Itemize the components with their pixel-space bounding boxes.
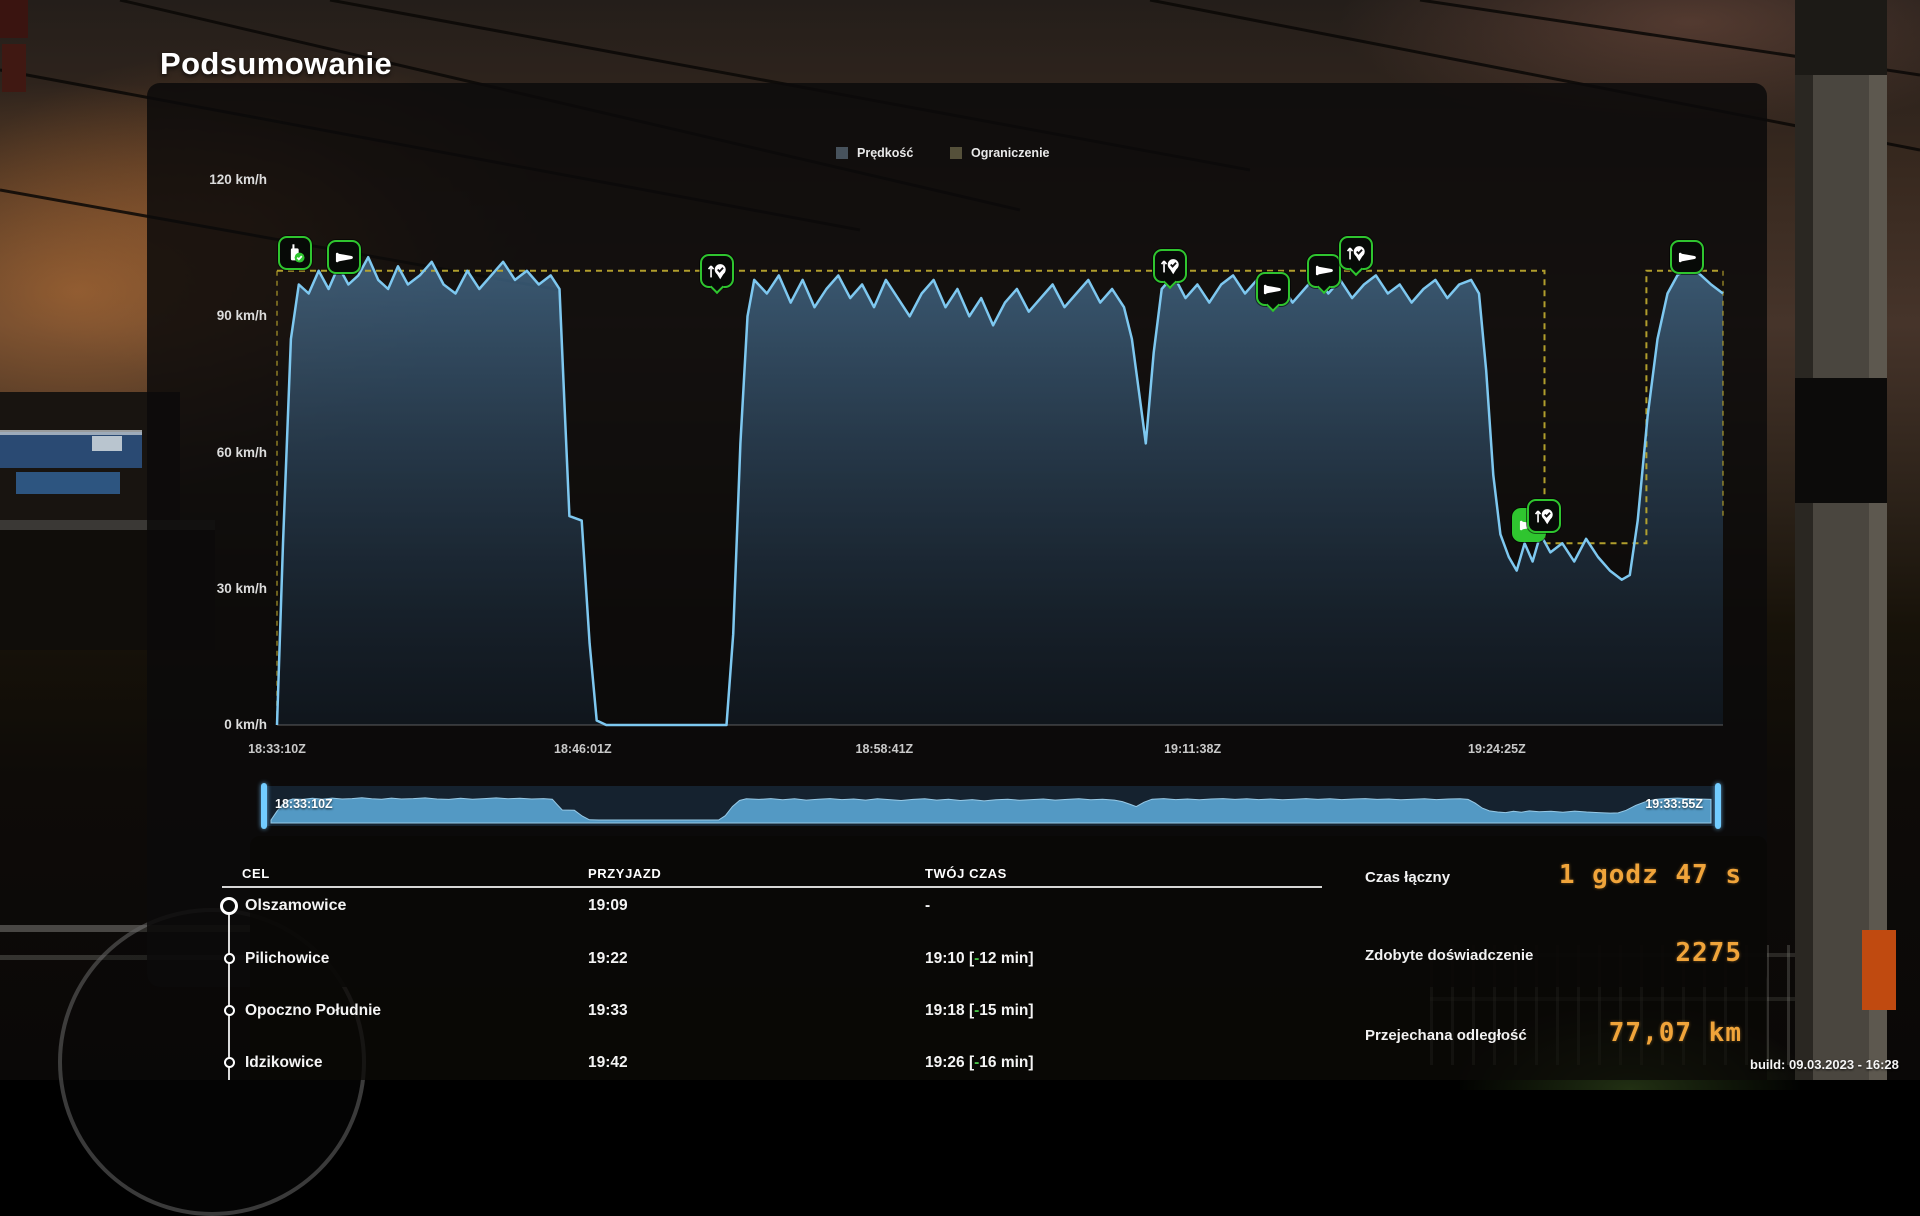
arrival-time: 19:33: [588, 1002, 628, 1020]
stat-label-experience: Zdobyte doświadczenie: [1365, 947, 1533, 964]
stat-label-total-time: Czas łączny: [1365, 869, 1450, 886]
station-dot: [224, 953, 235, 964]
legend-item-limit[interactable]: Ograniczenie: [950, 146, 1050, 160]
header-divider: [222, 886, 1322, 888]
arrival-time: 19:09: [588, 897, 628, 915]
stat-value-experience: 2275: [1675, 938, 1742, 968]
station-dot-current: [220, 897, 238, 915]
pin-check-marker-icon: [1527, 499, 1561, 533]
col-header-twoj-czas: TWÓJ CZAS: [925, 866, 1007, 881]
radio-check-marker-icon: [278, 236, 312, 270]
horn-marker-icon: [1670, 240, 1704, 274]
col-header-cel: CEL: [242, 866, 270, 881]
scrubber-handle-left[interactable]: [261, 783, 267, 829]
signal-box-top-left: [0, 0, 28, 92]
stat-value-distance: 77,07 km: [1609, 1018, 1742, 1048]
scrubber-profile: [265, 786, 1717, 826]
station-name: Idzikowice: [245, 1054, 323, 1072]
arrival-time: 19:22: [588, 950, 628, 968]
x-tick-1: 18:46:01Z: [554, 742, 612, 756]
timeline-scrubber[interactable]: 18:33:10Z 19:33:55Z: [265, 786, 1717, 826]
legend-speed-label: Prędkość: [857, 146, 913, 160]
horn-marker-icon: [1256, 272, 1290, 306]
y-tick-30: 30 km/h: [147, 581, 267, 596]
y-tick-120: 120 km/h: [147, 172, 267, 187]
horn-marker-icon: [1307, 254, 1341, 288]
scrubber-start-label: 18:33:10Z: [275, 797, 333, 811]
build-info: build: 09.03.2023 - 16:28: [1750, 1057, 1899, 1072]
station-name: Opoczno Południe: [245, 1002, 381, 1020]
station-dot: [224, 1005, 235, 1016]
scrubber-end-label: 19:33:55Z: [1645, 797, 1703, 811]
pin-check-marker-icon: [700, 254, 734, 288]
y-tick-90: 90 km/h: [147, 308, 267, 323]
x-tick-3: 19:11:38Z: [1164, 742, 1221, 756]
your-time: 19:10 [-12 min]: [925, 950, 1034, 968]
scrubber-handle-right[interactable]: [1715, 783, 1721, 829]
arrival-time: 19:42: [588, 1054, 628, 1072]
route-line: [228, 912, 230, 1080]
y-tick-0: 0 km/h: [147, 717, 267, 732]
station-name: Olszamowice: [245, 897, 346, 915]
right-pole: [1795, 0, 1896, 1080]
col-header-przyjazd: PRZYJAZD: [588, 866, 661, 881]
pin-check-marker-icon: [1339, 236, 1373, 270]
pin-check-marker-icon: [1153, 249, 1187, 283]
station-name: Pilichowice: [245, 950, 329, 968]
legend-item-speed[interactable]: Prędkość: [836, 146, 913, 160]
page-title: Podsumowanie: [160, 46, 392, 82]
stat-value-total-time: 1 godz 47 s: [1559, 860, 1742, 890]
x-tick-0: 18:33:10Z: [248, 742, 306, 756]
orange-sign: [1862, 930, 1896, 1010]
limit-swatch-icon: [950, 147, 962, 159]
legend-limit-label: Ograniczenie: [971, 146, 1050, 160]
y-tick-60: 60 km/h: [147, 445, 267, 460]
your-time: 19:18 [-15 min]: [925, 1002, 1034, 1020]
stat-label-distance: Przejechana odległość: [1365, 1027, 1527, 1044]
horn-marker-icon: [327, 240, 361, 274]
x-tick-2: 18:58:41Z: [856, 742, 914, 756]
your-time: -: [925, 897, 930, 915]
speed-swatch-icon: [836, 147, 848, 159]
station-dot: [224, 1057, 235, 1068]
x-tick-4: 19:24:25Z: [1468, 742, 1526, 756]
your-time: 19:26 [-16 min]: [925, 1054, 1034, 1072]
